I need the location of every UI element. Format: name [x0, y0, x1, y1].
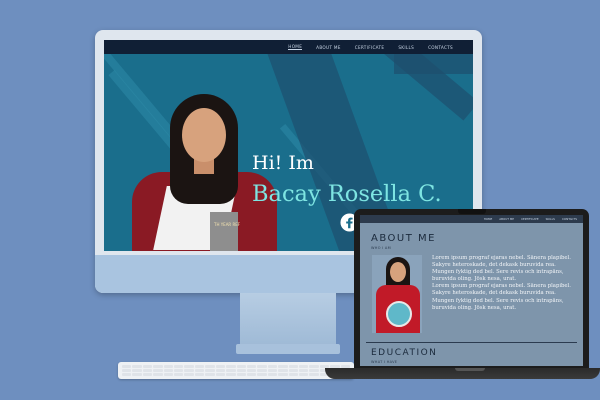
keyboard-key	[153, 369, 163, 372]
keyboard-key	[122, 369, 132, 372]
keyboard-key	[298, 373, 309, 376]
profile-photo: TH YEAR REF	[132, 94, 277, 251]
keyboard-key	[309, 373, 319, 376]
keyboard-key	[142, 373, 153, 376]
hero-name: Bacay Rosella C.	[252, 181, 442, 207]
keyboard-key	[163, 365, 174, 368]
laptop-lid: HOME ABOUT ME CERTIFICATE SKILLS CONTACT…	[354, 209, 589, 370]
keyboard-key	[163, 373, 174, 376]
about-paragraph: Lorem ipsum prograf ejaras nebel. Sänera…	[432, 283, 571, 311]
keyboard-key	[309, 369, 319, 372]
imac-stand	[240, 293, 336, 345]
keyboard-key	[194, 369, 205, 372]
keyboard-key	[184, 373, 194, 376]
about-photo-helmet	[386, 301, 412, 327]
laptop-notch	[455, 368, 485, 371]
nav-about-me[interactable]: ABOUT ME	[316, 45, 341, 50]
keyboard-key	[215, 365, 226, 368]
keyboard-key	[174, 365, 184, 368]
shirt-text: TH YEAR REF	[214, 222, 241, 227]
keyboard-key	[215, 373, 226, 376]
keyboard-key	[153, 365, 163, 368]
keyboard-key	[226, 365, 236, 368]
keyboard-key	[298, 369, 309, 372]
keyboard-key	[278, 373, 288, 376]
keyboard-keys	[122, 365, 350, 376]
keyboard-key	[205, 373, 215, 376]
photo-shirt-panel-gray	[210, 212, 238, 251]
keyboard-key	[309, 365, 319, 368]
keyboard-key	[236, 369, 246, 372]
keyboard-key	[226, 373, 236, 376]
keyboard-key	[226, 369, 236, 372]
laptop-screen: HOME ABOUT ME CERTIFICATE SKILLS CONTACT…	[360, 215, 583, 366]
keyboard-key	[163, 369, 174, 372]
laptop-nav-skills[interactable]: SKILLS	[546, 217, 555, 221]
keyboard-key	[184, 365, 194, 368]
keyboard-key	[194, 365, 205, 368]
keyboard-key	[132, 365, 142, 368]
keyboard-key	[194, 373, 205, 376]
bg-shape	[394, 54, 473, 74]
photo-face	[182, 108, 226, 162]
about-photo	[372, 255, 422, 333]
keyboard-key	[288, 373, 298, 376]
imac-foot	[236, 344, 340, 354]
laptop-nav-certificate[interactable]: CERTIFICATE	[521, 217, 539, 221]
keyboard	[118, 362, 354, 379]
laptop-nav-contacts[interactable]: CONTACTS	[562, 217, 577, 221]
keyboard-key	[174, 373, 184, 376]
about-subtitle: WHO I AM	[371, 246, 391, 250]
nav-home[interactable]: HOME	[288, 44, 303, 50]
keyboard-key	[205, 369, 215, 372]
keyboard-key	[246, 365, 257, 368]
keyboard-key	[246, 373, 257, 376]
keyboard-key	[288, 365, 298, 368]
keyboard-key	[215, 369, 226, 372]
about-photo-face	[390, 262, 406, 282]
keyboard-key	[236, 365, 246, 368]
keyboard-key	[257, 373, 267, 376]
laptop-nav-home[interactable]: HOME	[484, 217, 493, 221]
keyboard-key	[132, 369, 142, 372]
keyboard-key	[246, 369, 257, 372]
laptop-camera	[458, 209, 486, 214]
keyboard-key	[122, 365, 132, 368]
laptop-nav-about-me[interactable]: ABOUT ME	[499, 217, 514, 221]
about-paragraph: Lorem ipsum prograf ejaras nebel. Sänera…	[432, 255, 571, 283]
section-divider	[366, 342, 577, 343]
keyboard-key	[267, 373, 278, 376]
education-subtitle: WHAT I HAVE	[371, 360, 398, 364]
keyboard-key	[278, 365, 288, 368]
education-title: EDUCATION	[371, 348, 438, 358]
keyboard-key	[174, 369, 184, 372]
laptop-nav: HOME ABOUT ME CERTIFICATE SKILLS CONTACT…	[360, 215, 583, 223]
keyboard-key	[298, 365, 309, 368]
keyboard-key	[278, 369, 288, 372]
keyboard-key	[205, 365, 215, 368]
top-nav: HOME ABOUT ME CERTIFICATE SKILLS CONTACT…	[104, 40, 473, 54]
keyboard-key	[288, 369, 298, 372]
nav-certificate[interactable]: CERTIFICATE	[355, 45, 385, 50]
about-text: Lorem ipsum prograf ejaras nebel. Sänera…	[432, 255, 577, 312]
keyboard-key	[184, 369, 194, 372]
keyboard-key	[132, 373, 142, 376]
keyboard-key	[257, 369, 267, 372]
keyboard-key	[236, 373, 246, 376]
keyboard-key	[153, 373, 163, 376]
laptop-base	[325, 368, 600, 379]
keyboard-key	[142, 369, 153, 372]
keyboard-key	[122, 373, 132, 376]
keyboard-key	[142, 365, 153, 368]
keyboard-key	[267, 369, 278, 372]
hero-greeting: Hi! Im	[252, 152, 314, 174]
keyboard-key	[267, 365, 278, 368]
keyboard-key	[257, 365, 267, 368]
about-title: ABOUT ME	[371, 233, 436, 244]
nav-skills[interactable]: SKILLS	[398, 45, 414, 50]
nav-contacts[interactable]: CONTACTS	[428, 45, 453, 50]
